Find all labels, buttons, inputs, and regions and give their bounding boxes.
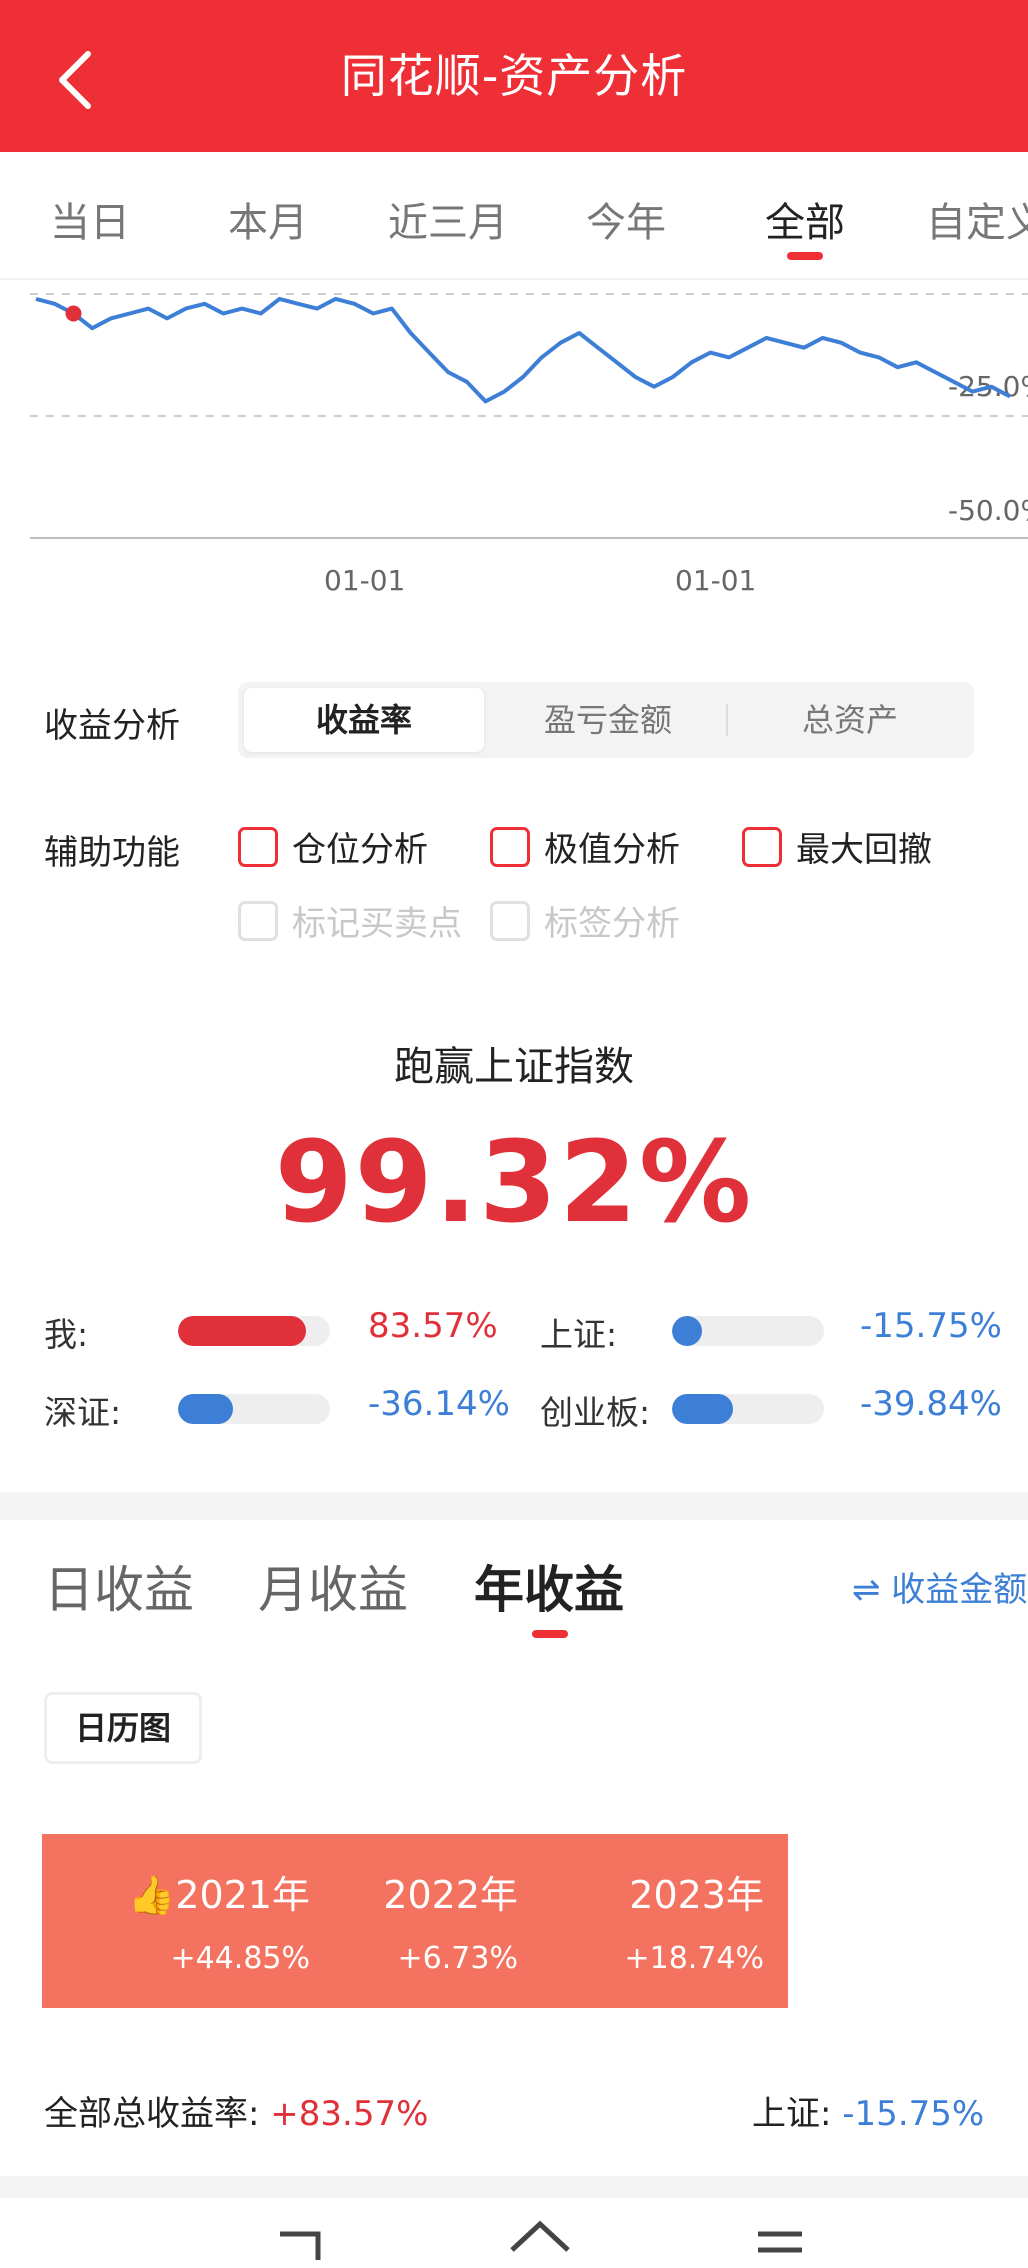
- return-line-chart[interactable]: -25.0% -50.0% 01-01 01-01: [0, 280, 1028, 610]
- checkbox-label: 最大回撤: [796, 830, 932, 870]
- switch-amount-button[interactable]: ⇌ 收益金额: [852, 1562, 1027, 1611]
- checkbox-tag-analysis: 标签分析: [490, 896, 680, 945]
- year-label: 2022年: [383, 1873, 518, 1917]
- compare-bar-cyb: [672, 1394, 824, 1424]
- tab-monthly-returns[interactable]: 月收益: [258, 1550, 408, 1622]
- total-return: 全部总收益率: +83.57%: [44, 2086, 428, 2135]
- compare-label-sh: 上证:: [540, 1315, 618, 1354]
- checkbox-icon: [238, 900, 278, 941]
- start-marker: [65, 305, 82, 322]
- back-arrow-icon[interactable]: [50, 48, 106, 112]
- beat-index-title: 跑赢上证指数: [394, 1044, 634, 1090]
- section-divider: [0, 1492, 1028, 1520]
- compare-value-me: 83.57%: [368, 1306, 498, 1346]
- checkbox-icon: [490, 900, 530, 941]
- page-title: 同花顺-资产分析: [340, 49, 688, 103]
- calendar-view-button[interactable]: 日历图: [44, 1692, 202, 1764]
- analysis-segmented-control: 收益率 盈亏金额 总资产: [238, 682, 974, 758]
- checkbox-extreme-analysis[interactable]: 极值分析: [490, 822, 680, 871]
- period-tabs: 当日 本月 近三月 今年 全部 自定义: [0, 152, 1028, 280]
- year-label: 2023年: [629, 1873, 764, 1917]
- aux-label: 辅助功能: [44, 833, 180, 873]
- checkbox-position-analysis[interactable]: 仓位分析: [238, 822, 428, 871]
- y-tick-label: -50.0%: [948, 494, 1028, 527]
- total-return-label: 全部总收益率:: [44, 2094, 260, 2134]
- analysis-label: 收益分析: [44, 706, 180, 746]
- year-return: +6.73%: [397, 1941, 518, 1976]
- year-cell-2022[interactable]: 2022年 +6.73%: [342, 1864, 518, 1976]
- back-nav-icon[interactable]: [280, 2231, 321, 2260]
- compare-label-sz: 深证:: [44, 1393, 122, 1432]
- beat-index-value: 99.32%: [274, 1118, 754, 1248]
- returns-tab-indicator: [532, 1630, 568, 1638]
- checkbox-icon: [238, 826, 278, 867]
- bottom-divider: [0, 2176, 1028, 2198]
- segment-profit-amount[interactable]: 盈亏金额: [490, 688, 726, 752]
- compare-value-sz: -36.14%: [368, 1384, 510, 1424]
- compare-label-cyb: 创业板:: [540, 1393, 651, 1432]
- tab-this-month[interactable]: 本月: [228, 190, 308, 248]
- year-cell-2023[interactable]: 2023年 +18.74%: [582, 1864, 764, 1976]
- segment-return-rate[interactable]: 收益率: [244, 688, 484, 752]
- swap-arrows-icon: ⇌: [852, 1570, 892, 1610]
- segment-total-assets[interactable]: 总资产: [732, 688, 968, 752]
- tab-active-indicator: [787, 252, 823, 260]
- tab-all[interactable]: 全部: [765, 190, 845, 248]
- checkbox-icon: [490, 826, 530, 867]
- tab-three-months[interactable]: 近三月: [388, 190, 508, 248]
- year-cell-2021[interactable]: 👍2021年 +44.85%: [84, 1864, 310, 1976]
- checkbox-label: 标签分析: [544, 904, 680, 944]
- app-header: 同花顺-资产分析: [0, 0, 1028, 152]
- yearly-returns-box: 👍2021年 +44.85% 2022年 +6.73% 2023年 +18.74…: [42, 1834, 788, 2008]
- year-label: 👍2021年: [127, 1873, 310, 1917]
- year-return: +44.85%: [170, 1941, 310, 1976]
- index-return-label: 上证:: [752, 2094, 832, 2134]
- x-tick-label: 01-01: [675, 564, 756, 597]
- checkbox-label: 极值分析: [544, 830, 680, 870]
- tab-daily-returns[interactable]: 日收益: [44, 1550, 194, 1622]
- home-nav-icon[interactable]: [510, 2220, 570, 2252]
- tab-this-year[interactable]: 今年: [586, 190, 666, 248]
- tab-custom[interactable]: 自定义: [926, 190, 1028, 248]
- checkbox-label: 标记买卖点: [292, 904, 462, 944]
- checkbox-label: 仓位分析: [292, 830, 428, 870]
- series-line: [35, 296, 1011, 404]
- compare-bar-sh: [672, 1316, 824, 1346]
- compare-bar-sz: [178, 1394, 330, 1424]
- compare-label-me: 我:: [44, 1315, 89, 1354]
- thumbs-up-icon: 👍: [127, 1873, 176, 1917]
- checkbox-max-drawdown[interactable]: 最大回撤: [742, 822, 932, 871]
- system-nav-bar: [0, 2198, 1028, 2268]
- index-return: 上证: -15.75%: [752, 2086, 984, 2135]
- checkbox-mark-trades: 标记买卖点: [238, 896, 462, 945]
- x-tick-label: 01-01: [324, 564, 405, 597]
- index-return-value: -15.75%: [842, 2094, 985, 2134]
- year-return: +18.74%: [624, 1941, 764, 1976]
- compare-value-cyb: -39.84%: [860, 1384, 1002, 1424]
- total-return-value: +83.57%: [270, 2094, 429, 2134]
- compare-value-sh: -15.75%: [860, 1306, 1002, 1346]
- compare-bar-me: [178, 1316, 330, 1346]
- tab-yearly-returns[interactable]: 年收益: [474, 1550, 624, 1622]
- checkbox-icon: [742, 826, 782, 867]
- segment-divider: [726, 704, 728, 736]
- tab-today[interactable]: 当日: [50, 190, 130, 248]
